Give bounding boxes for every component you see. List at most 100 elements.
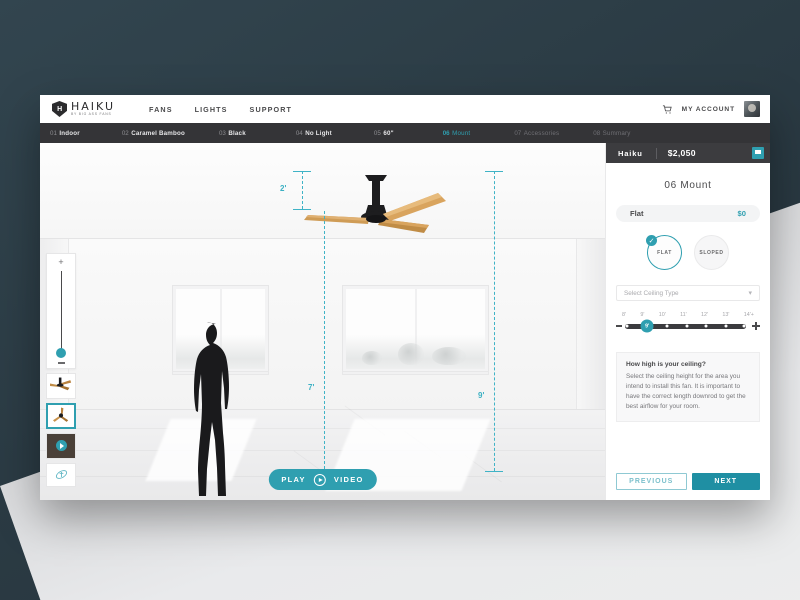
- step-number: 07: [514, 129, 522, 137]
- help-body: Select the ceiling height for the area y…: [626, 373, 746, 410]
- step-label: Mount: [452, 129, 471, 137]
- next-button[interactable]: NEXT: [691, 473, 760, 490]
- mount-option-flat[interactable]: ✓ FLAT: [646, 235, 682, 270]
- panel-header: Haiku $2,050: [606, 143, 770, 163]
- dim-cap-bottom-2ft: [293, 209, 311, 210]
- slider-tick: 12': [701, 312, 709, 318]
- step-label: Indoor: [59, 129, 80, 137]
- rotate-360-icon[interactable]: [46, 462, 76, 487]
- ceiling-fan-render: [304, 175, 446, 233]
- step-item-indoor[interactable]: 01 Indoor: [50, 130, 80, 137]
- ceiling-type-select[interactable]: Select Ceiling Type ▾: [616, 285, 760, 301]
- nav-item-support[interactable]: SUPPORT: [250, 105, 292, 114]
- slider-handle[interactable]: 9': [640, 319, 654, 333]
- save-icon[interactable]: [752, 147, 764, 159]
- mount-option-sloped[interactable]: SLOPED: [694, 235, 729, 270]
- fan-side-icon: [50, 377, 72, 390]
- window-right: [342, 286, 489, 375]
- dim-line-drop: [302, 171, 303, 209]
- step-item-summary[interactable]: 08 Summary: [593, 130, 630, 137]
- dim-label-ceiling-height: 9': [478, 391, 485, 400]
- thumbnail-fan-side-view[interactable]: [46, 372, 76, 399]
- selected-mount-price: $0: [737, 209, 746, 218]
- slider-tick: 9': [640, 312, 645, 318]
- previous-button[interactable]: PREVIOUS: [616, 473, 687, 490]
- step-number: 05: [373, 129, 381, 137]
- nav-item-lights[interactable]: LIGHTS: [195, 105, 228, 114]
- dim-label-drop: 2': [280, 184, 287, 193]
- dim-label-fan-height: 7': [308, 383, 315, 392]
- slider-increment-icon[interactable]: [752, 322, 760, 330]
- fan-bottom-icon: [53, 407, 69, 422]
- play-label: PLAY: [281, 475, 306, 484]
- configurator-window: H HAIKU BY BIG ASS FANS FANS LIGHTS SUPP…: [40, 95, 770, 500]
- header-divider: [655, 147, 657, 159]
- play-circle-icon: [313, 473, 326, 486]
- back-wall: [68, 239, 577, 409]
- product-price: $2,050: [667, 148, 696, 158]
- panel-step-title: 06 Mount: [664, 180, 712, 191]
- step-number: 03: [218, 129, 226, 137]
- slider-tick: 8': [622, 312, 627, 318]
- slider-tick-labels: 8' 9' 10' 11' 12' 13' 14'+: [616, 312, 760, 318]
- logo-wordmark: HAIKU: [71, 100, 116, 114]
- my-account-link[interactable]: MY ACCOUNT: [682, 106, 735, 113]
- slider-tick: 13': [722, 312, 730, 318]
- slider-track[interactable]: 9': [625, 319, 746, 333]
- dim-cap-bottom-9ft: [485, 471, 503, 472]
- slider-tick: 11': [680, 312, 687, 318]
- play-icon: [55, 440, 67, 451]
- zoom-slider[interactable]: +: [46, 253, 76, 369]
- zoom-in-label[interactable]: +: [58, 258, 63, 267]
- step-item-size[interactable]: 05 60": [374, 130, 394, 137]
- help-info-box: How high is your ceiling? Select the cei…: [616, 352, 760, 422]
- zoom-track[interactable]: [56, 271, 66, 358]
- step-label: No Light: [305, 129, 332, 137]
- selected-mount-label: Flat: [630, 209, 644, 218]
- mount-type-choices: ✓ FLAT SLOPED: [606, 235, 770, 270]
- step-breadcrumb: 01 Indoor 02 Caramel Bamboo 03 Black 04 No L…: [40, 123, 770, 143]
- mount-option-sloped-label: SLOPED: [699, 249, 724, 256]
- shield-icon: H: [52, 101, 67, 117]
- logo-tagline: BY BIG ASS FANS: [71, 112, 112, 117]
- ceiling-height-slider[interactable]: 8' 9' 10' 11' 12' 13' 14'+ 9': [616, 312, 760, 333]
- step-label: Caramel Bamboo: [131, 129, 185, 137]
- step-item-no-light[interactable]: 04 No Light: [296, 130, 332, 137]
- step-item-caramel-bamboo[interactable]: 02 Caramel Bamboo: [122, 130, 185, 137]
- thumbnail-fan-bottom-view[interactable]: [46, 402, 76, 429]
- ceiling-type-placeholder: Select Ceiling Type: [624, 289, 679, 297]
- slider-decrement-icon[interactable]: [616, 325, 622, 327]
- cart-icon[interactable]: [662, 104, 673, 115]
- logo-badge-letter: H: [57, 105, 62, 113]
- step-label: Summary: [602, 129, 631, 137]
- header-actions: MY ACCOUNT: [662, 101, 760, 117]
- zoom-out-icon[interactable]: [57, 362, 65, 364]
- step-label: Accessories: [523, 129, 560, 137]
- step-number: 04: [295, 129, 303, 137]
- dim-line-fan-height: [324, 211, 325, 469]
- step-item-accessories[interactable]: 07 Accessories: [514, 130, 559, 137]
- video-label: VIDEO: [333, 475, 364, 484]
- step-number: 08: [593, 129, 601, 137]
- thumbnail-video-preview[interactable]: [46, 432, 76, 459]
- step-number: 01: [50, 129, 57, 137]
- room-preview-stage[interactable]: 2' 7' 9' + PLAY VIDEO: [40, 143, 605, 500]
- brand-logo[interactable]: H HAIKU BY BIG ASS FANS: [52, 101, 115, 117]
- play-video-button[interactable]: PLAY VIDEO: [268, 469, 377, 490]
- nav-item-fans[interactable]: FANS: [149, 105, 173, 114]
- slider-tick: 14'+: [743, 312, 754, 318]
- site-header: H HAIKU BY BIG ASS FANS FANS LIGHTS SUPP…: [40, 95, 770, 123]
- step-number: 02: [121, 129, 129, 137]
- room-render: 2' 7' 9': [40, 143, 605, 500]
- step-item-black[interactable]: 03 Black: [219, 130, 246, 137]
- step-item-mount[interactable]: 06 Mount: [443, 130, 471, 137]
- slider-tick: 10': [658, 312, 666, 318]
- step-number: 06: [442, 129, 450, 137]
- dim-line-ceiling-height: [494, 171, 495, 471]
- avatar[interactable]: [744, 101, 760, 117]
- selected-mount-summary: Flat $0: [616, 205, 760, 222]
- configurator-panel: Haiku $2,050 06 Mount Flat $0 ✓ FLAT SLO…: [605, 143, 770, 500]
- check-icon: ✓: [646, 235, 657, 246]
- stage-toolbar: +: [46, 253, 76, 487]
- zoom-handle[interactable]: [56, 348, 66, 358]
